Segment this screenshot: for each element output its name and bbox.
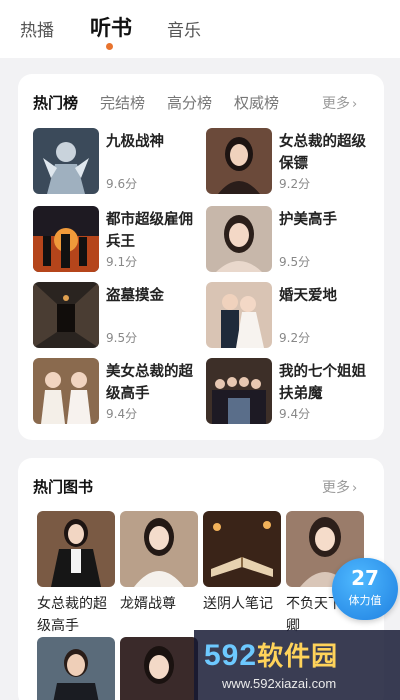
hot-book-item[interactable]: 龙婿战尊 <box>120 511 198 615</box>
woman-portrait-cover <box>120 637 198 700</box>
hot-book-item[interactable]: 女总裁的超级高手 <box>37 511 115 637</box>
hot-book-title: 送阴人笔记 <box>203 596 273 612</box>
rank-item-title: 护美高手 <box>279 212 337 228</box>
rank-item[interactable]: 盗墓摸金 9.5分 <box>33 282 203 348</box>
tab-hot[interactable]: 热播 <box>20 16 54 41</box>
rank-item-score: 9.2分 <box>279 331 311 345</box>
rank-item-score: 9.5分 <box>279 255 311 269</box>
rank-item[interactable]: 我的七个姐姐扶弟魔 9.4分 <box>206 358 376 424</box>
rank-item-score: 9.5分 <box>106 331 138 345</box>
rank-tab-top-rated[interactable]: 高分榜 <box>167 92 212 113</box>
rank-item-title: 九极战神 <box>106 134 164 150</box>
rank-tab-finished[interactable]: 完结榜 <box>100 92 145 113</box>
watermark-brand-text: 软件园 <box>257 641 339 671</box>
hot-books-more-link[interactable]: 更多 › <box>322 477 357 497</box>
rank-tab-hot[interactable]: 热门榜 <box>33 92 78 113</box>
rank-item-title: 女总裁的超级保镖 <box>279 134 366 172</box>
rank-item-title: 美女总裁的超级高手 <box>106 364 193 402</box>
hot-books-title: 热门图书 <box>33 478 94 496</box>
tab-music[interactable]: 音乐 <box>167 16 201 41</box>
woman-portrait-cover <box>120 511 198 587</box>
rank-item[interactable]: 护美高手 9.5分 <box>206 206 376 272</box>
tomb-corridor-cover <box>33 282 99 348</box>
watermark-url: www.592xiazai.com <box>222 676 337 691</box>
hot-book-item[interactable]: 送阴人笔记 <box>203 511 281 615</box>
stamina-value: 27 <box>351 566 379 590</box>
rank-item-score: 9.1分 <box>106 255 138 269</box>
rank-item-title: 盗墓摸金 <box>106 288 164 304</box>
chevron-right-icon: › <box>352 97 358 112</box>
woman-portrait-cover <box>206 128 272 194</box>
two-women-cover <box>33 358 99 424</box>
chevron-right-icon: › <box>352 481 358 496</box>
hot-book-item[interactable] <box>120 637 198 700</box>
rank-item-score: 9.2分 <box>279 177 311 191</box>
hot-book-item[interactable] <box>37 637 115 700</box>
woman-portrait-cover <box>206 206 272 272</box>
watermark-logo: 592软件园 <box>204 636 338 673</box>
rank-item-score: 9.6分 <box>106 177 138 191</box>
tab-audiobooks[interactable]: 听书 <box>90 12 132 42</box>
rank-item-score: 9.4分 <box>279 407 311 421</box>
top-tab-bar: 热播 听书 音乐 <box>0 0 400 58</box>
rank-item-score: 9.4分 <box>106 407 138 421</box>
ranking-more-label: 更多 <box>322 96 350 112</box>
rank-item-title: 婚天爱地 <box>279 288 337 304</box>
family-group-cover <box>206 358 272 424</box>
rank-item[interactable]: 都市超级雇佣兵王 9.1分 <box>33 206 203 272</box>
rank-item[interactable]: 美女总裁的超级高手 9.4分 <box>33 358 203 424</box>
rank-item[interactable]: 女总裁的超级保镖 9.2分 <box>206 128 376 194</box>
watermark-brand-num: 592 <box>204 639 258 672</box>
woman-suit-cover <box>37 511 115 587</box>
man-suit-cover <box>37 637 115 700</box>
open-book-cover <box>203 511 281 587</box>
soldiers-fire-cover <box>33 206 99 272</box>
active-tab-indicator <box>106 43 113 50</box>
ranking-more-link[interactable]: 更多 › <box>322 93 357 113</box>
hot-book-title: 女总裁的超级高手 <box>37 596 107 634</box>
rank-item-title: 我的七个姐姐扶弟魔 <box>279 364 366 402</box>
wedding-couple-cover <box>206 282 272 348</box>
rank-item[interactable]: 九极战神 9.6分 <box>33 128 203 194</box>
rank-item-title: 都市超级雇佣兵王 <box>106 212 193 250</box>
rank-tab-authority[interactable]: 权威榜 <box>234 92 279 113</box>
hot-books-more-label: 更多 <box>322 480 350 496</box>
armored-warrior-cover <box>33 128 99 194</box>
hot-book-title: 龙婿战尊 <box>120 596 176 612</box>
rank-item[interactable]: 婚天爱地 9.2分 <box>206 282 376 348</box>
stamina-badge[interactable]: 27 体力值 <box>332 558 398 620</box>
stamina-label: 体力值 <box>348 594 382 607</box>
